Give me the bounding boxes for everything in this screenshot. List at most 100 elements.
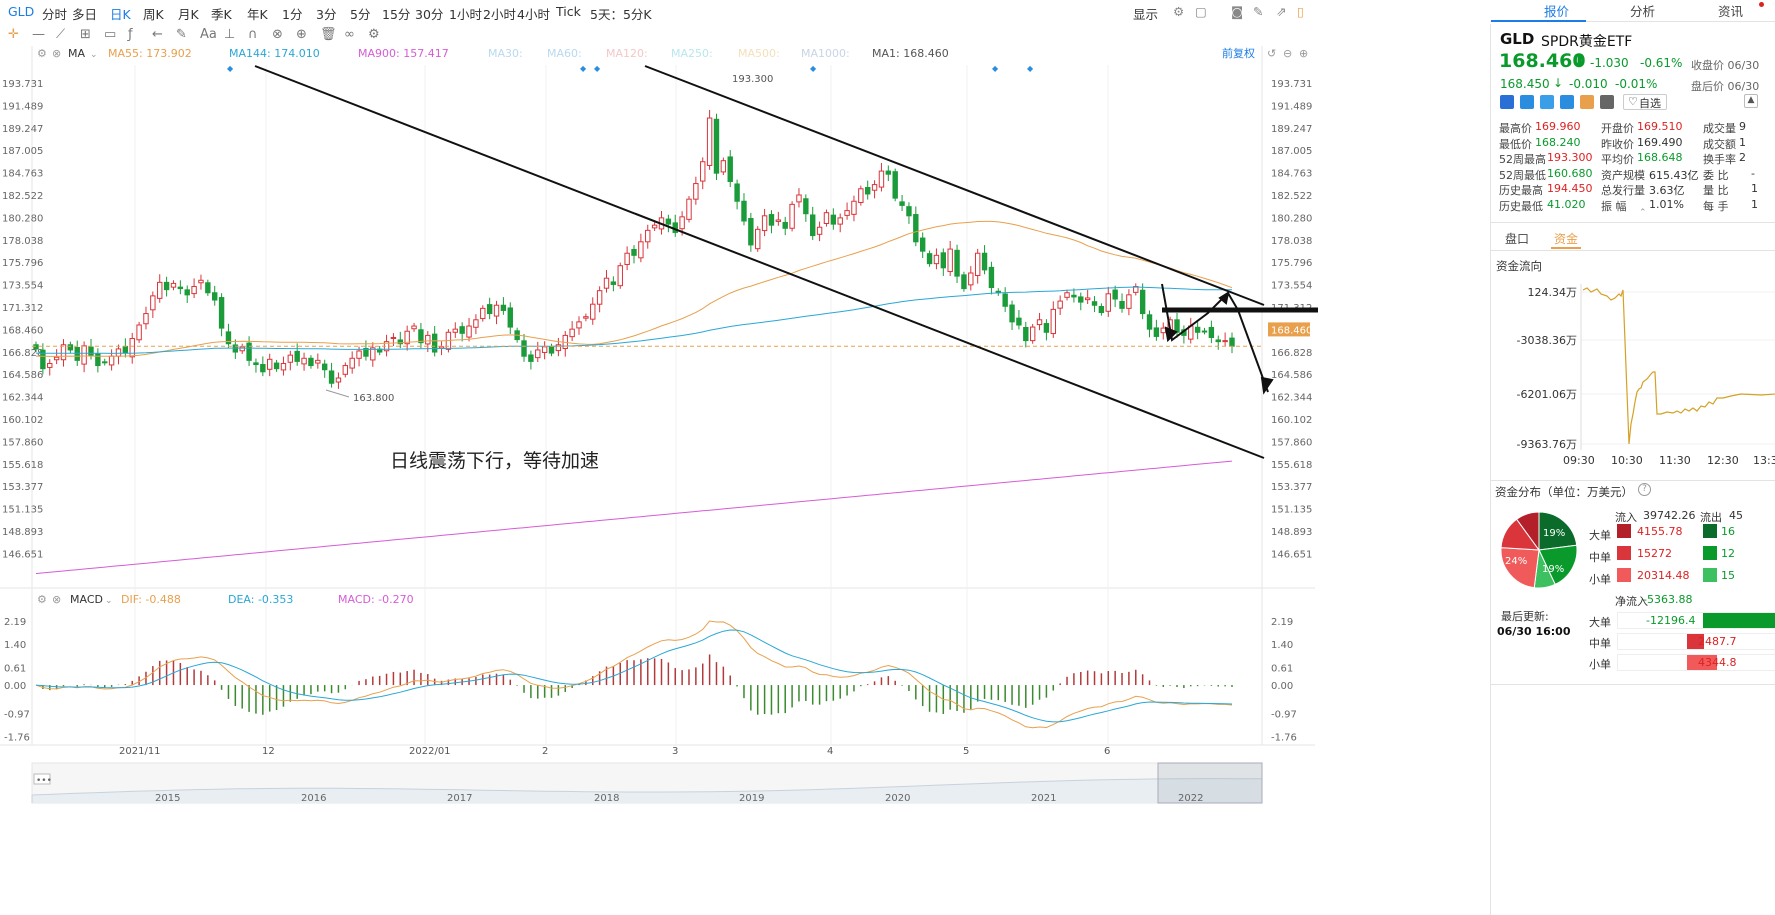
alert-bell-icon[interactable]: ▲ — [1744, 94, 1758, 108]
candle-body-144 — [1023, 326, 1029, 342]
y-tick-left-9: 173.554 — [2, 281, 43, 292]
navigator-year-6: 2021 — [1031, 793, 1056, 804]
dist-in-value-2: 20314.48 — [1637, 569, 1690, 582]
dollar-icon[interactable] — [1540, 95, 1554, 109]
fund-value-11: - — [1751, 166, 1755, 180]
quote-name: SPDR黄金ETF — [1541, 34, 1633, 50]
legend-item-4[interactable]: MA60: — [547, 47, 582, 60]
macd-ytick-right-0: 2.19 — [1271, 617, 1293, 628]
tag-icon[interactable] — [1560, 95, 1574, 109]
x-tick-4: 3 — [672, 746, 678, 757]
event-marker-3[interactable]: ◆ — [810, 64, 817, 73]
candle-body-88 — [638, 241, 644, 259]
fund-value-17: 1 — [1751, 197, 1758, 211]
doc-icon[interactable] — [1600, 95, 1614, 109]
chat-icon[interactable] — [1580, 95, 1594, 109]
legend-item-3[interactable]: MA30: — [488, 47, 523, 60]
navigator-more-icon[interactable]: ••• — [36, 776, 52, 786]
lightning-icon[interactable] — [1520, 95, 1534, 109]
fund-label-6: 52周最高 — [1499, 153, 1546, 166]
candle-body-3 — [53, 356, 60, 361]
subtab-capital[interactable]: 资金 — [1554, 230, 1578, 247]
ma55-line — [35, 220, 1233, 357]
candle-body-118 — [844, 210, 850, 216]
candle-body-42 — [321, 363, 328, 371]
candle-body-99 — [713, 118, 720, 174]
after-price: 168.450 — [1500, 77, 1550, 91]
candle-body-66 — [486, 304, 493, 315]
last-update-value: 06/30 16:00 — [1497, 625, 1571, 638]
legend-settings-icon[interactable]: ⚙ — [37, 47, 47, 60]
adjust-link[interactable]: 前复权 — [1222, 46, 1255, 60]
event-marker-4[interactable]: ◆ — [992, 64, 999, 73]
candle-body-120 — [858, 188, 864, 203]
watch-label[interactable]: 自选 — [1639, 95, 1661, 111]
reset-icon[interactable]: ↺ — [1267, 47, 1276, 60]
macd-indicator-name[interactable]: MACD — [70, 593, 103, 606]
top-arrowhead[interactable] — [1218, 290, 1230, 305]
price-down-icon: ⬇ — [1573, 52, 1586, 70]
legend-indicator-name[interactable]: MA — [68, 47, 85, 60]
legend-item-8[interactable]: MA1000: — [801, 47, 850, 60]
candle-body-31 — [246, 342, 252, 361]
candle-body-47 — [356, 350, 362, 359]
right-tab-1[interactable]: 分析 — [1630, 1, 1655, 20]
fund-label-8: 换手率 — [1703, 153, 1736, 166]
active-tab-underline — [1491, 20, 1586, 22]
event-marker-2[interactable]: ◆ — [594, 64, 601, 73]
legend-item-6[interactable]: MA250: — [671, 47, 713, 60]
candle-body-145 — [1029, 326, 1036, 342]
legend-item-9[interactable]: MA1: 168.460 — [872, 47, 949, 60]
navigator-year-1: 2016 — [301, 793, 326, 804]
legend-dropdown-icon[interactable]: ⌄ — [90, 50, 98, 60]
dist-help-icon[interactable]: ? — [1638, 483, 1651, 496]
channel-lower-line[interactable] — [254, 65, 1265, 459]
candle-body-153 — [1084, 297, 1091, 301]
subtab-orderbook[interactable]: 盘口 — [1505, 230, 1529, 247]
y-tick-left-16: 157.860 — [2, 437, 43, 448]
legend-item-1[interactable]: MA144: 174.010 — [229, 47, 320, 60]
navigator-window[interactable] — [1157, 762, 1263, 804]
candle-body-149 — [1057, 300, 1063, 309]
candle-body-125 — [892, 171, 898, 199]
candle-body-154 — [1091, 301, 1098, 306]
y-tick-right-19: 151.135 — [1271, 505, 1312, 516]
y-tick-right-12: 166.828 — [1271, 348, 1312, 359]
y-tick-right-1: 191.489 — [1271, 101, 1312, 112]
candle-body-155 — [1098, 305, 1105, 314]
low-annotation-leader — [325, 389, 350, 398]
zoom-out-icon[interactable]: ⊖ — [1283, 47, 1292, 60]
macd-close-icon[interactable]: ⊗ — [52, 593, 61, 606]
event-marker-5[interactable]: ◆ — [1027, 64, 1034, 73]
candle-body-103 — [741, 200, 747, 222]
candle-body-138 — [981, 252, 988, 271]
event-marker-1[interactable]: ◆ — [580, 64, 587, 73]
macd-settings-icon[interactable]: ⚙ — [37, 593, 47, 606]
candle-body-157 — [1112, 289, 1118, 300]
legend-item-7[interactable]: MA500: — [738, 47, 780, 60]
bottom-divider — [1491, 684, 1775, 685]
fund-label-11: 委 比 — [1703, 168, 1729, 182]
fund-label-9: 52周最低 — [1499, 168, 1546, 182]
y-tick-left-20: 148.893 — [2, 527, 43, 538]
right-tab-0[interactable]: 报价 — [1544, 1, 1569, 20]
legend-item-5[interactable]: MA120: — [606, 47, 648, 60]
right-tab-2[interactable]: 资讯 — [1718, 1, 1743, 20]
legend-close-icon[interactable]: ⊗ — [52, 47, 61, 60]
legend-item-0[interactable]: MA55: 173.902 — [108, 47, 192, 60]
net-row-value-0: -12196.4 — [1646, 614, 1696, 627]
flag-icon[interactable] — [1500, 95, 1514, 109]
user-drawings[interactable] — [254, 65, 1318, 459]
macd-legend-item-1[interactable]: DEA: -0.353 — [228, 593, 293, 606]
macd-legend-item-2[interactable]: MACD: -0.270 — [338, 593, 414, 606]
y-tick-left-19: 151.135 — [2, 505, 43, 516]
legend-item-2[interactable]: MA900: 157.417 — [358, 47, 449, 60]
chart-canvas[interactable]: ⚙ ⊗ MA ⌄ MA55: 173.902 MA144: 174.010 MA900: 1… — [0, 0, 1490, 915]
fund-value-12: 194.450 — [1547, 182, 1593, 195]
macd-dropdown-icon[interactable]: ⌄ — [105, 596, 113, 606]
zoom-in-icon[interactable]: ⊕ — [1299, 47, 1308, 60]
macd-legend-item-0[interactable]: DIF: -0.488 — [121, 593, 181, 606]
collapse-chevron-icon[interactable]: ⌃ — [1639, 208, 1647, 218]
fund-label-17: 每 手 — [1703, 199, 1729, 213]
event-marker-0[interactable]: ◆ — [227, 64, 234, 73]
